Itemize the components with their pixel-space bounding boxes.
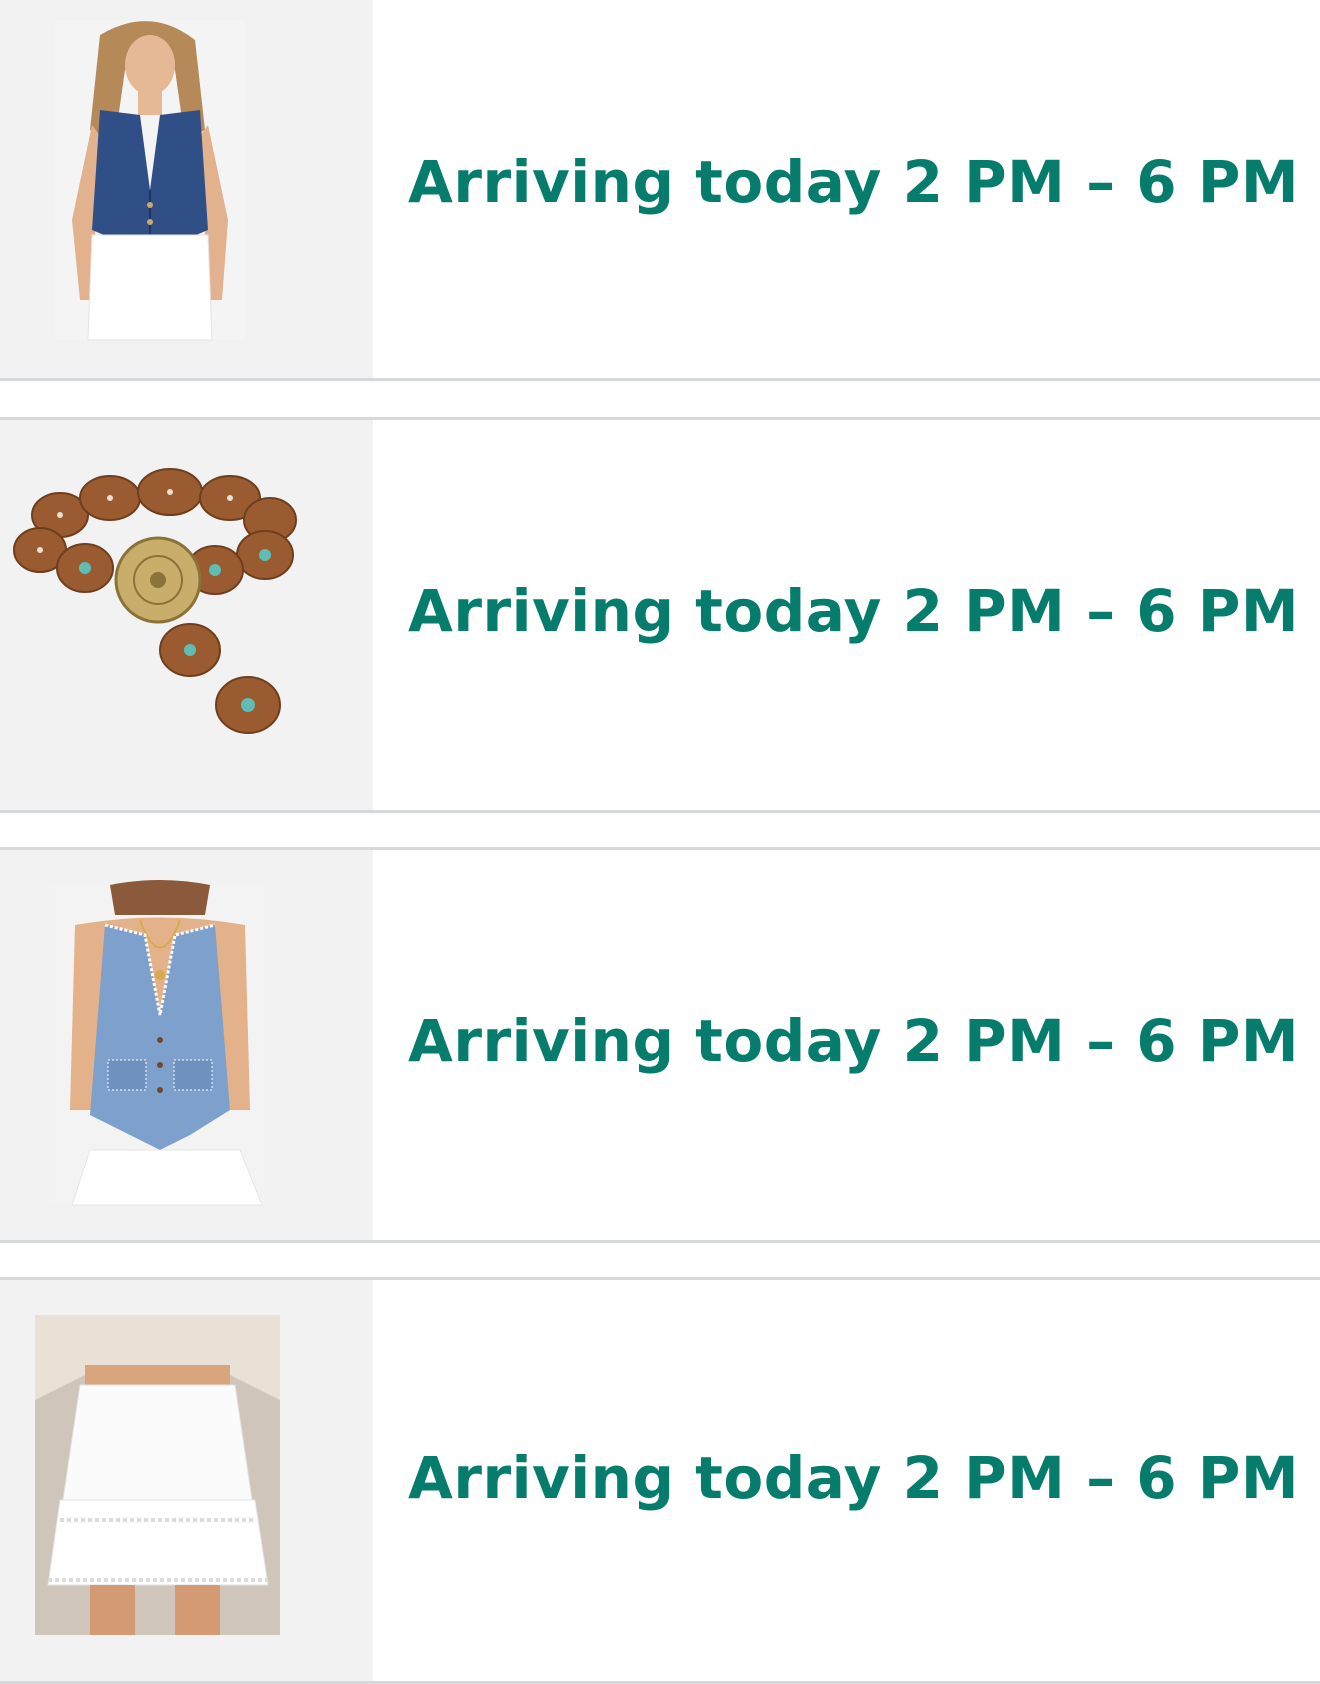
product-image[interactable] [0, 0, 373, 378]
order-card[interactable]: Arriving today 2 PM – 6 PM [0, 0, 1320, 381]
order-card[interactable]: Arriving today 2 PM – 6 PM [0, 417, 1320, 813]
product-image[interactable] [0, 850, 373, 1240]
order-card[interactable]: Arriving today 2 PM – 6 PM [0, 847, 1320, 1243]
delivery-status: Arriving today 2 PM – 6 PM [408, 1444, 1300, 1512]
concho-belt-icon [13, 468, 297, 734]
light-denim-vest-icon [50, 880, 265, 1206]
delivery-status: Arriving today 2 PM – 6 PM [408, 148, 1300, 216]
delivery-status: Arriving today 2 PM – 6 PM [408, 1007, 1300, 1075]
product-image[interactable] [0, 420, 373, 810]
white-ruffle-skirt-icon [35, 1315, 280, 1635]
product-image[interactable] [0, 1280, 373, 1681]
order-card[interactable]: Arriving today 2 PM – 6 PM [0, 1277, 1320, 1684]
dark-denim-vest-icon [55, 20, 245, 341]
order-list: Arriving today 2 PM – 6 PM Arriving toda… [0, 0, 1320, 1684]
delivery-status: Arriving today 2 PM – 6 PM [408, 577, 1300, 645]
